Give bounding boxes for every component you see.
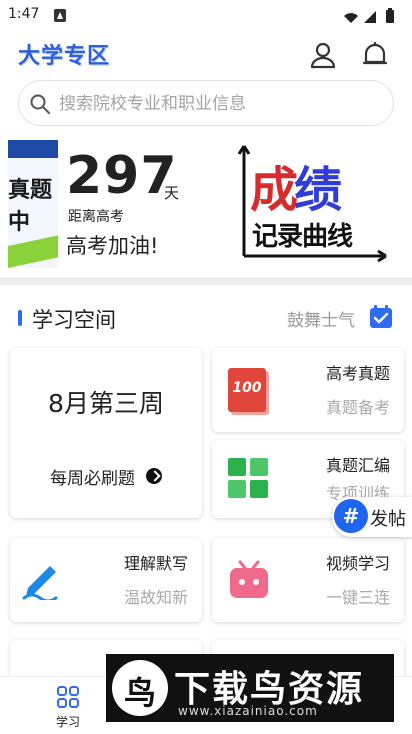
bell-icon[interactable] — [360, 40, 390, 70]
card-subtitle: 一键三连 — [325, 588, 390, 607]
card-subtitle: 温故知新 — [123, 588, 188, 607]
grid-apps-icon — [57, 686, 79, 708]
card-title: 真题汇编 — [325, 456, 390, 475]
card-title: 理解默写 — [123, 554, 188, 573]
card-title: 高考真题 — [325, 364, 390, 383]
watermark-overlay: 下载鸟资源 www.xiazainiao.com — [106, 654, 394, 722]
pen-icon — [22, 566, 58, 600]
score-100-icon: 100 — [228, 368, 266, 412]
search-icon — [30, 94, 50, 114]
countdown-unit: 天 — [164, 184, 180, 202]
score-curve-graphic: 成绩 记录曲线 — [236, 144, 392, 264]
countdown-days: 297 — [66, 146, 178, 206]
weekly-practice-card[interactable]: 8月第三周 每周必刷题 — [10, 348, 202, 518]
post-label: 发帖 — [370, 509, 406, 530]
card-subtitle: 真题备考 — [325, 398, 390, 417]
profile-icon[interactable] — [308, 40, 338, 70]
tab-label: 学习 — [55, 715, 80, 729]
encourage-link[interactable]: 鼓舞士气 — [287, 306, 355, 331]
arrow-right-icon — [146, 468, 162, 484]
cheer-text: 高考加油! — [66, 234, 159, 258]
countdown-subtitle: 距离高考 — [68, 209, 124, 225]
card-title: 视频学习 — [325, 554, 390, 573]
grid-icon — [228, 458, 268, 498]
status-bar: 1:47 — [0, 0, 412, 30]
bird-logo-icon — [112, 660, 168, 716]
title-accent-bar — [18, 310, 22, 326]
tv-icon — [230, 560, 268, 598]
status-time: 1:47 — [8, 6, 40, 22]
notification-icon — [54, 9, 66, 22]
watermark-url: www.xiazainiao.com — [178, 704, 318, 718]
search-input[interactable] — [59, 89, 379, 119]
brand-logo: 大学专区 — [18, 38, 110, 70]
weekly-questions-link[interactable]: 每周必刷题 — [50, 464, 135, 489]
video-learning-card[interactable]: 视频学习 一键三连 — [212, 538, 404, 622]
post-button[interactable]: # 发帖 — [332, 497, 412, 537]
hash-icon: # — [334, 499, 368, 533]
brand-text: 大学专区 — [18, 43, 111, 69]
section-divider — [0, 277, 412, 285]
search-bar[interactable] — [18, 80, 394, 126]
exam-book-graphic: 真题 中 — [8, 140, 58, 268]
exam-papers-card[interactable]: 100 高考真题 真题备考 — [212, 348, 404, 432]
signal-battery-icon — [344, 8, 394, 23]
calendar-check-icon[interactable] — [369, 305, 393, 329]
recitation-card[interactable]: 理解默写 温故知新 — [10, 538, 202, 622]
tab-study[interactable]: 学习 — [48, 685, 88, 731]
countdown-banner[interactable]: 真题 中 297 天 距离高考 高考加油! 成绩 记录曲线 — [0, 138, 412, 274]
week-title: 8月第三周 — [48, 389, 164, 418]
